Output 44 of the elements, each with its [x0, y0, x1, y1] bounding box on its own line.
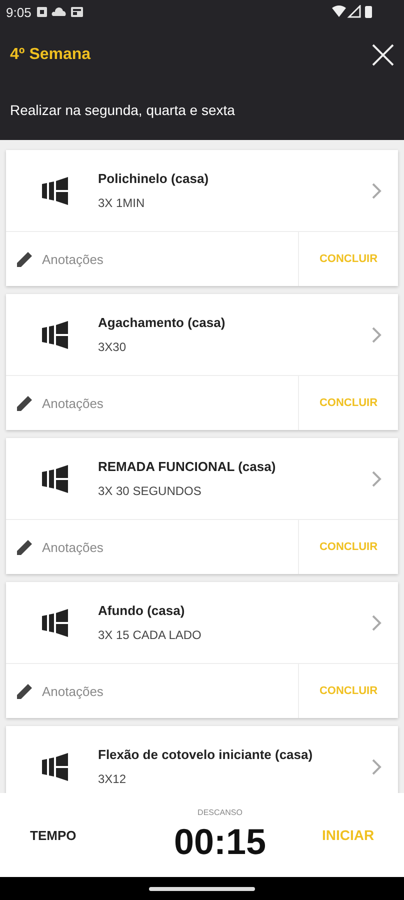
close-icon: [372, 44, 394, 66]
status-time: 9:05: [6, 4, 32, 20]
exercise-row[interactable]: Agachamento (casa) 3X30: [6, 294, 398, 375]
pencil-icon: [16, 682, 34, 700]
exercise-icon: [42, 606, 70, 638]
pencil-icon: [16, 250, 34, 268]
exercise-sets: 3X 1MIN: [98, 196, 146, 210]
pencil-icon: [16, 394, 34, 412]
exercise-sets: 3X30: [98, 340, 128, 354]
exercise-name: Agachamento (casa): [98, 315, 226, 330]
exercise-row[interactable]: Flexão de cotovelo iniciante (casa) 3X12: [6, 726, 398, 793]
exercise-row[interactable]: Polichinelo (casa) 3X 1MIN: [6, 150, 398, 231]
close-button[interactable]: [372, 44, 394, 66]
chevron-icon: [372, 182, 382, 198]
exercise-row[interactable]: REMADA FUNCIONAL (casa) 3X 30 SEGUNDOS: [6, 438, 398, 519]
chevron-icon: [372, 758, 382, 774]
exercise-icon: [42, 462, 70, 494]
exercise-sets: 3X 15 CADA LADO: [98, 628, 202, 642]
exercise-icon: [42, 174, 70, 206]
chevron-icon: [372, 470, 382, 486]
system-status-icons: [332, 5, 374, 19]
exercise-sets: 3X 30 SEGUNDOS: [98, 484, 202, 498]
home-handle[interactable]: [149, 886, 255, 890]
rest-caption: DESCANSO: [198, 808, 242, 816]
timer-value: 00:15: [174, 820, 266, 862]
exercise-icon: [42, 750, 70, 782]
chevron-icon: [372, 614, 382, 630]
schedule-text: Realizar na segunda, quarta e sexta: [10, 102, 236, 118]
notes-button[interactable]: Anotações: [6, 520, 298, 574]
notes-button[interactable]: Anotações: [6, 376, 298, 430]
exercise-name: REMADA FUNCIONAL (casa): [98, 459, 277, 474]
exercise-sets: 3X12: [98, 772, 128, 786]
week-title: 4º Semana: [10, 46, 91, 64]
exercise-icon: [42, 318, 70, 350]
notes-button[interactable]: Anotações: [6, 664, 298, 718]
notification-icons: [37, 6, 86, 18]
exercise-name: Afundo (casa): [98, 603, 186, 618]
exercise-name: Polichinelo (casa): [98, 171, 210, 186]
timer-label: TEMPO: [30, 828, 78, 842]
exercise-row[interactable]: Afundo (casa) 3X 15 CADA LADO: [6, 582, 398, 663]
exercise-name: Flexão de cotovelo iniciante (casa): [98, 747, 314, 762]
notes-button[interactable]: Anotações: [6, 232, 298, 286]
chevron-icon: [372, 326, 382, 342]
pencil-icon: [16, 538, 34, 556]
